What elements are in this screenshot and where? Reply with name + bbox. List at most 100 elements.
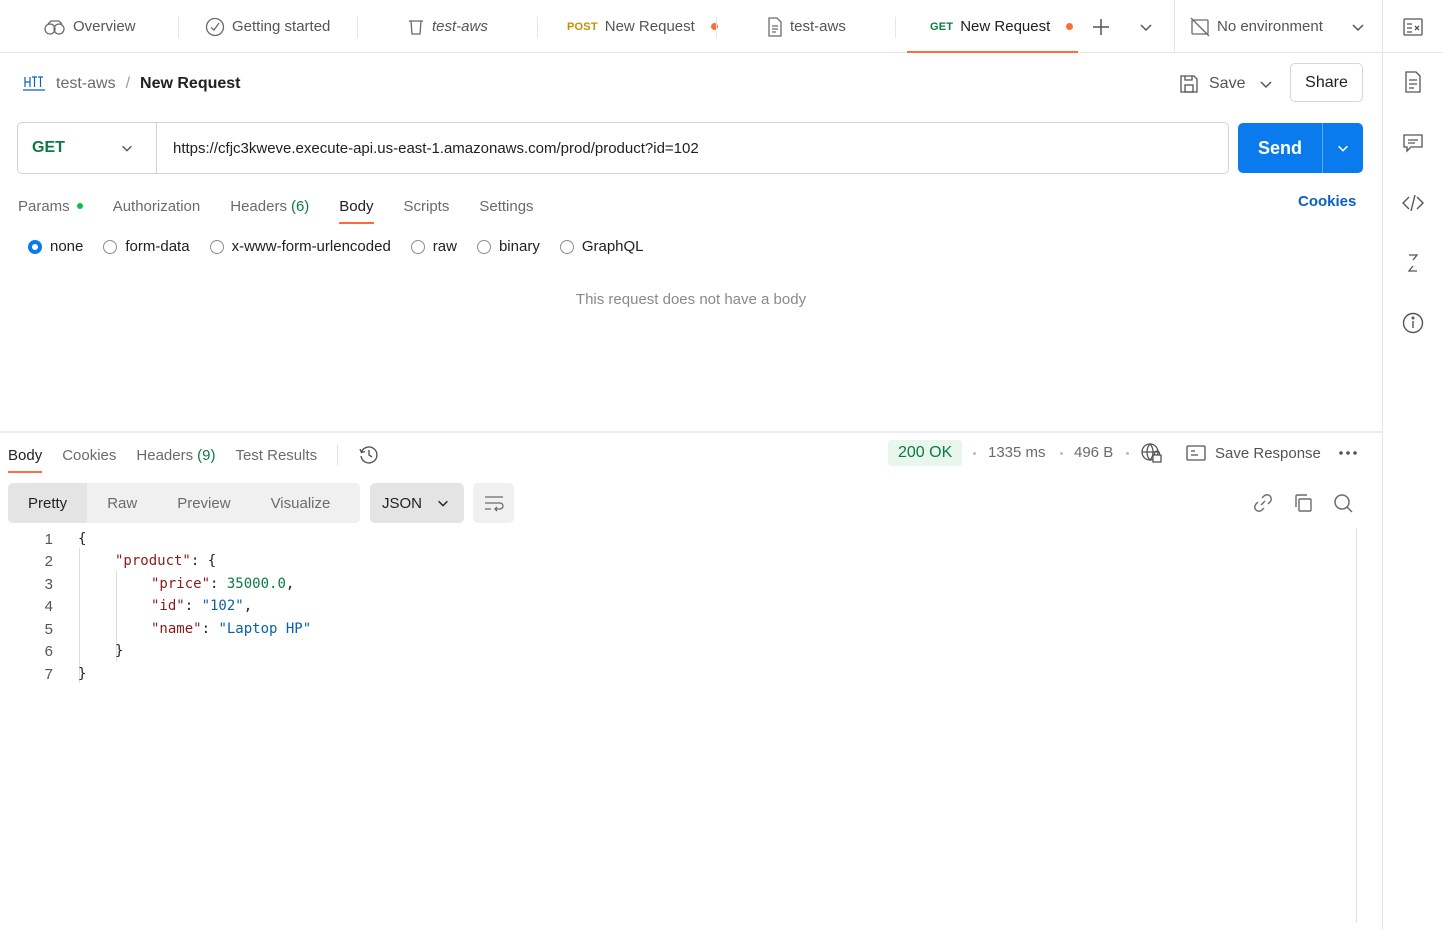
body-type-radios: none form-data x-www-form-urlencoded raw… [28, 238, 644, 255]
send-button[interactable]: Send [1238, 123, 1363, 173]
code-line: 5 "name": "Laptop HP" [0, 618, 1350, 640]
wrap-lines-button[interactable] [473, 483, 514, 523]
breadcrumb-parent[interactable]: test-aws [56, 75, 116, 93]
view-raw[interactable]: Raw [87, 483, 157, 523]
history-icon[interactable] [358, 444, 380, 466]
cookies-link[interactable]: Cookies [1298, 193, 1356, 210]
tab-label: Headers [230, 197, 287, 215]
pane-resize-handle[interactable] [0, 431, 1382, 433]
more-options-icon[interactable] [1338, 445, 1358, 461]
radio-label: none [50, 238, 84, 255]
radio-raw[interactable]: raw [410, 238, 457, 255]
line-number: 3 [44, 575, 53, 593]
network-globe-icon[interactable] [1140, 442, 1162, 464]
link-icon[interactable] [1252, 492, 1274, 514]
tab-scripts[interactable]: Scripts [404, 188, 450, 224]
params-indicator-dot [76, 203, 83, 209]
view-pretty[interactable]: Pretty [8, 483, 88, 523]
tab-separator [178, 17, 179, 38]
tab-label: Cookies [62, 446, 117, 464]
json-line: "id": "102", [151, 598, 252, 614]
response-tab-body[interactable]: Body [8, 437, 43, 473]
code-icon[interactable] [1401, 191, 1425, 215]
tab-separator [1382, 0, 1383, 53]
request-title[interactable]: New Request [140, 75, 240, 93]
status-badge[interactable]: 200 OK [888, 440, 963, 466]
radio-form-data[interactable]: form-data [103, 238, 190, 255]
documentation-icon[interactable] [1401, 70, 1425, 94]
json-comma: , [243, 598, 253, 614]
line-number: 5 [44, 620, 53, 638]
format-value: JSON [382, 494, 423, 512]
save-options-button[interactable] [1253, 66, 1279, 102]
save-response-button[interactable]: Save Response [1186, 441, 1321, 465]
radio-circle [476, 239, 491, 254]
vertical-scrollbar[interactable] [1356, 528, 1357, 923]
tab-label: Authorization [112, 197, 201, 215]
tab-overview[interactable]: Overview [44, 0, 136, 53]
tab-authorization[interactable]: Authorization [113, 188, 201, 224]
json-line: "price": 35000.0, [151, 576, 294, 592]
response-size[interactable]: 496 B [1074, 444, 1113, 461]
chevron-down-icon[interactable] [1138, 19, 1154, 35]
code-line: 6 } [0, 640, 1350, 662]
chevron-down-icon [436, 496, 450, 510]
new-tab-icon[interactable] [1090, 16, 1112, 38]
tab-bar: Overview Getting started test-aws POST N… [0, 0, 1443, 53]
tab-label: Getting started [232, 18, 331, 35]
response-time[interactable]: 1335 ms [988, 444, 1046, 461]
send-label: Send [1257, 137, 1302, 158]
json-key: "name" [151, 621, 202, 637]
tab-label: test-aws [790, 18, 846, 35]
json-colon: : [201, 621, 219, 637]
radio-binary[interactable]: binary [476, 238, 540, 255]
share-button[interactable]: Share [1290, 63, 1363, 102]
tab-label: Test Results [235, 446, 318, 464]
search-icon[interactable] [1332, 492, 1354, 514]
json-key: "product" [115, 553, 191, 569]
json-number: 35000.0 [226, 576, 286, 592]
response-tab-test-results[interactable]: Test Results [235, 437, 317, 473]
view-visualize[interactable]: Visualize [251, 483, 351, 523]
radio-x-www-form-urlencoded[interactable]: x-www-form-urlencoded [209, 238, 391, 255]
related-collections-icon[interactable] [1401, 251, 1425, 275]
radio-circle [559, 239, 574, 254]
divider [337, 445, 339, 465]
method-badge-post: POST [567, 20, 598, 33]
environment-selector[interactable]: No environment [1190, 0, 1366, 53]
json-colon: : [184, 598, 202, 614]
tab-headers[interactable]: Headers (6) [230, 188, 309, 224]
view-preview[interactable]: Preview [157, 483, 250, 523]
response-tab-cookies[interactable]: Cookies [62, 437, 116, 473]
radio-circle [209, 239, 224, 254]
tab-body[interactable]: Body [339, 188, 374, 224]
tab-test-aws-collection[interactable]: test-aws [407, 0, 488, 53]
separator-dot [1060, 452, 1063, 455]
response-tab-headers[interactable]: Headers (9) [136, 437, 215, 473]
json-brace: { [207, 553, 217, 569]
save-button[interactable]: Save [1173, 66, 1251, 102]
format-select[interactable]: JSON [370, 483, 464, 523]
tab-label: Settings [479, 197, 534, 215]
tab-settings[interactable]: Settings [479, 188, 533, 224]
comments-icon[interactable] [1401, 131, 1425, 155]
radio-graphql[interactable]: GraphQL [559, 238, 644, 255]
json-comma: , [285, 576, 295, 592]
copy-icon[interactable] [1292, 492, 1314, 514]
tab-get-new-request[interactable]: GET New Request [907, 0, 1079, 53]
url-input[interactable] [157, 123, 1228, 173]
tab-getting-started[interactable]: Getting started [205, 0, 330, 53]
breadcrumb-separator: / [125, 75, 131, 92]
radio-none[interactable]: none [28, 238, 83, 255]
info-icon[interactable] [1401, 311, 1425, 335]
tab-test-aws-doc[interactable]: test-aws [767, 0, 846, 53]
tab-separator [1174, 0, 1175, 53]
tab-params[interactable]: Params [18, 188, 83, 224]
radio-label: form-data [125, 238, 190, 255]
tab-separator [716, 17, 717, 38]
method-select[interactable]: GET [18, 123, 157, 173]
send-options-chevron-icon[interactable] [1323, 141, 1363, 155]
right-sidebar [1382, 53, 1443, 930]
environment-quick-look-icon[interactable] [1402, 16, 1424, 38]
tab-post-new-request[interactable]: POST New Request [567, 0, 718, 53]
